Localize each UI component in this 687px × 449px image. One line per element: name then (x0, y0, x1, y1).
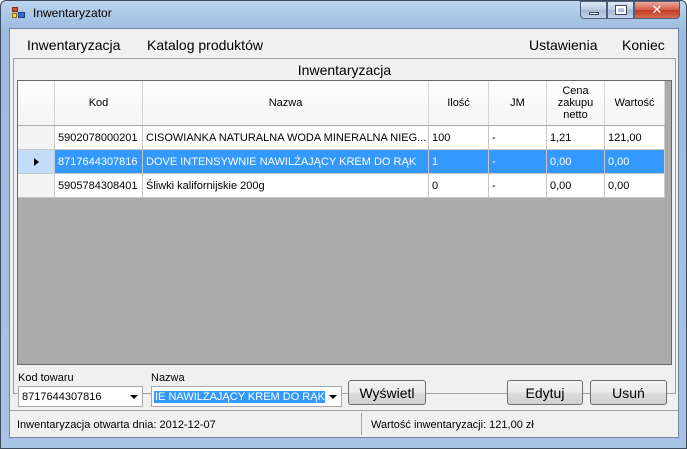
app-window: Inwentaryzator ✕ Inwentaryzacja Katalog … (0, 0, 687, 449)
minimize-icon (588, 11, 599, 15)
cell-wartosc[interactable]: 121,00 (605, 126, 665, 150)
cell-ilosc[interactable]: 1 (429, 150, 489, 174)
close-button[interactable]: ✕ (634, 1, 680, 19)
current-row-icon (33, 157, 39, 166)
menu-ustawienia[interactable]: Ustawienia (529, 37, 597, 53)
chevron-down-icon[interactable] (325, 387, 341, 406)
cell-nazwa[interactable]: DOVE INTENSYWNIE NAWILŻAJĄCY KREM DO RĄK (143, 150, 429, 174)
status-separator (361, 413, 362, 435)
inventory-panel: Inwentaryzacja Kod Nazwa Ilość JM Cena z… (13, 58, 676, 394)
close-icon: ✕ (651, 2, 663, 17)
panel-title: Inwentaryzacja (297, 62, 392, 78)
nazwa-label: Nazwa (151, 372, 185, 384)
edytuj-button[interactable]: Edytuj (507, 380, 583, 405)
cell-ilosc[interactable]: 100 (429, 126, 489, 150)
app-icon (12, 7, 26, 19)
cell-jm[interactable]: - (489, 150, 547, 174)
menu-bar: Inwentaryzacja Katalog produktów Ustawie… (10, 29, 678, 57)
chevron-down-icon[interactable] (126, 387, 142, 406)
nazwa-value: IE NAWILŻAJĄCY KREM DO RĄK (154, 390, 325, 403)
usun-button[interactable]: Usuń (590, 380, 667, 405)
minimize-button[interactable] (580, 1, 607, 19)
table-row[interactable]: 5905784308401 Śliwki kalifornijskie 200g… (18, 174, 665, 198)
menu-inwentaryzacja[interactable]: Inwentaryzacja (27, 37, 120, 53)
row-header[interactable] (18, 126, 55, 150)
client-area: Inwentaryzacja Katalog produktów Ustawie… (9, 28, 679, 438)
cell-cena[interactable]: 1,21 (547, 126, 605, 150)
row-header[interactable] (18, 150, 55, 174)
cell-wartosc[interactable]: 0,00 (605, 174, 665, 198)
column-header-wartosc[interactable]: Wartość (605, 81, 665, 125)
menu-katalog-produktow[interactable]: Katalog produktów (147, 37, 263, 53)
column-header-ilosc[interactable]: Ilość (429, 81, 489, 125)
grid-header: Kod Nazwa Ilość JM Cena zakupu netto War… (18, 81, 665, 125)
cell-nazwa[interactable]: CISOWIANKA NATURALNA WODA MINERALNA NIEG… (143, 126, 429, 150)
wyswietl-button[interactable]: Wyświetl (348, 380, 426, 405)
menu-koniec[interactable]: Koniec (622, 37, 665, 53)
maximize-icon (614, 5, 627, 15)
cell-cena[interactable]: 0,00 (547, 174, 605, 198)
table-row-selected[interactable]: 8717644307816 DOVE INTENSYWNIE NAWILŻAJĄ… (18, 150, 665, 174)
cell-wartosc[interactable]: 0,00 (605, 150, 665, 174)
row-header-corner[interactable] (18, 81, 55, 125)
cell-ilosc[interactable]: 0 (429, 174, 489, 198)
kod-towaru-label: Kod towaru (18, 372, 74, 384)
cell-nazwa[interactable]: Śliwki kalifornijskie 200g (143, 174, 429, 198)
cell-cena[interactable]: 0,00 (547, 150, 605, 174)
cell-jm[interactable]: - (489, 126, 547, 150)
column-header-nazwa[interactable]: Nazwa (143, 81, 429, 125)
column-header-kod[interactable]: Kod (55, 81, 143, 125)
kod-towaru-value: 8717644307816 (22, 390, 102, 403)
title-bar[interactable]: Inwentaryzator ✕ (1, 1, 686, 27)
status-inventory-value: Wartość inwentaryzacji: 121,00 zł (371, 419, 534, 431)
status-bar: Inwentaryzacja otwarta dnia: 2012-12-07 … (10, 410, 678, 437)
cell-kod[interactable]: 5902078000201 (55, 126, 143, 150)
cell-jm[interactable]: - (489, 174, 547, 198)
nazwa-combobox[interactable]: IE NAWILŻAJĄCY KREM DO RĄK (151, 386, 342, 407)
column-header-jm[interactable]: JM (489, 81, 547, 125)
column-header-cena[interactable]: Cena zakupu netto (547, 81, 605, 125)
inventory-grid[interactable]: Kod Nazwa Ilość JM Cena zakupu netto War… (17, 80, 672, 365)
row-header[interactable] (18, 174, 55, 198)
cell-kod[interactable]: 5905784308401 (55, 174, 143, 198)
status-opened-date: Inwentaryzacja otwarta dnia: 2012-12-07 (17, 419, 216, 431)
table-row[interactable]: 5902078000201 CISOWIANKA NATURALNA WODA … (18, 126, 665, 150)
window-title: Inwentaryzator (33, 6, 112, 20)
maximize-button[interactable] (607, 1, 634, 19)
cell-kod[interactable]: 8717644307816 (55, 150, 143, 174)
kod-towaru-combobox[interactable]: 8717644307816 (18, 386, 143, 407)
